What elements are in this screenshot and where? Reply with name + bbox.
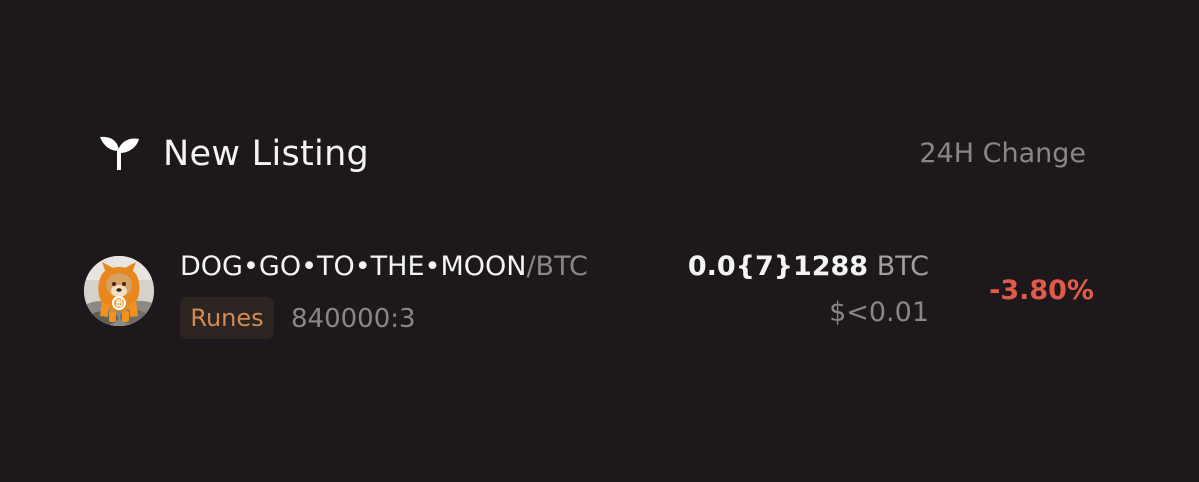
new-listing-panel: New Listing 24H Change DOG•GO•TO•THE•MOO…	[0, 0, 1199, 482]
btc-price-value: 0.0{7}1288	[687, 251, 869, 282]
pair-quote-symbol: /BTC	[526, 251, 588, 282]
trading-pair[interactable]: DOG•GO•TO•THE•MOON/BTC	[180, 250, 588, 284]
dog-avatar	[84, 256, 154, 326]
pair-base-symbol[interactable]: DOG•GO•TO•THE•MOON	[180, 251, 526, 282]
page-title: New Listing	[163, 134, 370, 174]
panel-header: New Listing 24H Change	[98, 128, 1088, 180]
runes-badge: Runes	[180, 297, 274, 339]
listing-row[interactable]: DOG•GO•TO•THE•MOON/BTC Runes 840000:3 0.…	[84, 240, 1114, 350]
rune-id: 840000:3	[291, 304, 416, 334]
btc-price: 0.0{7}1288 BTC	[688, 250, 929, 284]
price-change-24h: -3.80%	[989, 275, 1094, 306]
change-column-header: 24H Change	[919, 138, 1086, 169]
seedling-icon	[98, 134, 140, 171]
btc-price-unit: BTC	[876, 251, 929, 282]
usd-price: $<0.01	[829, 297, 929, 328]
